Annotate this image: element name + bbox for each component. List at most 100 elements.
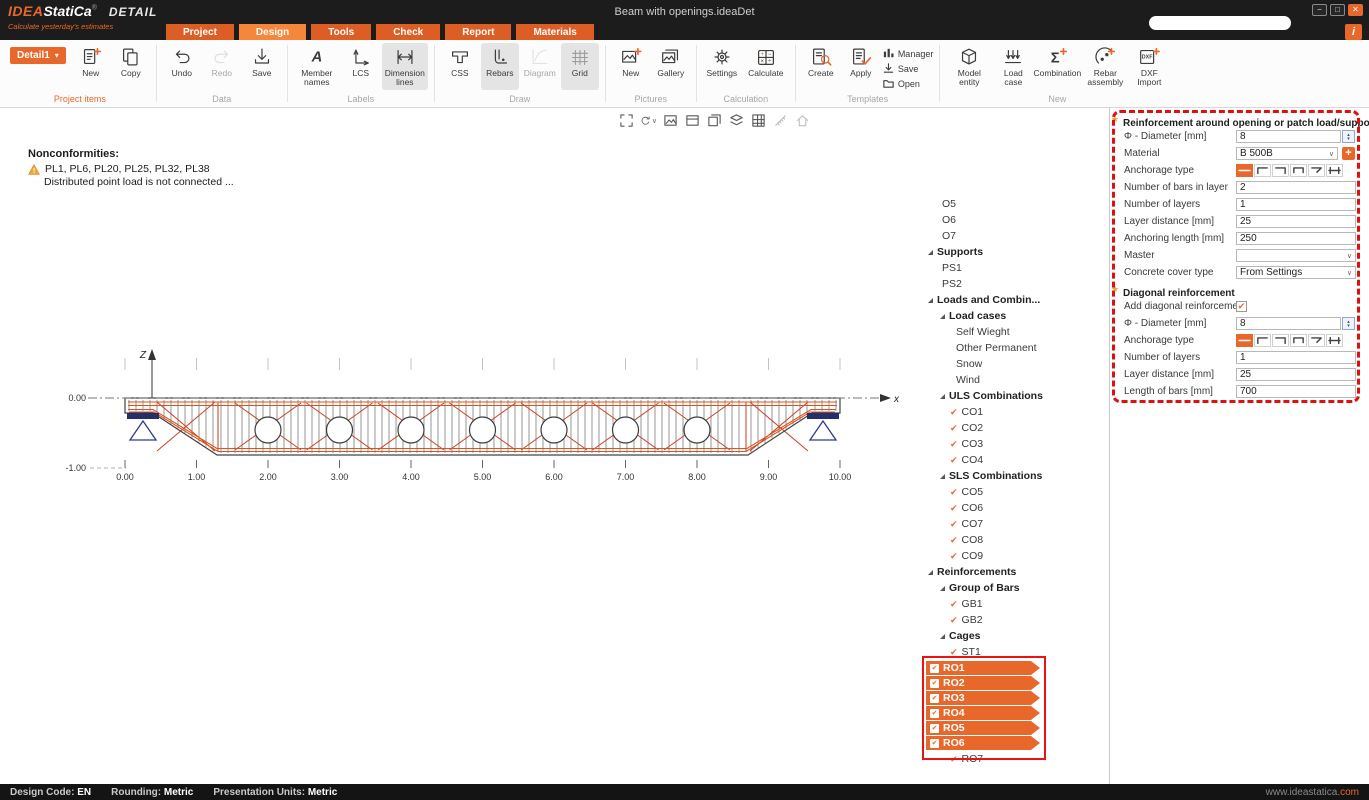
anchorage-option-2-icon[interactable]	[1254, 334, 1271, 347]
tree-item-co7[interactable]: ✔CO7	[926, 516, 1076, 532]
tree-item-supports[interactable]: Supports	[926, 244, 1076, 260]
opening-circle-7[interactable]	[684, 417, 710, 443]
new-detail-button[interactable]: New	[72, 43, 110, 90]
anchorage-option-1-icon[interactable]	[1236, 334, 1253, 347]
checkbox-checked-icon[interactable]: ✔	[930, 709, 939, 718]
opening-circle-5[interactable]	[541, 417, 567, 443]
website-link[interactable]: www.ideastatica.com	[1266, 787, 1359, 798]
anchorage-option-6-icon[interactable]	[1326, 164, 1343, 177]
tree-item-uls-combinations[interactable]: ULS Combinations	[926, 388, 1076, 404]
tree-item-co3[interactable]: ✔CO3	[926, 436, 1076, 452]
bars-in-layer-input[interactable]	[1236, 181, 1356, 194]
new-picture-button[interactable]: New	[612, 43, 650, 90]
tree-item-co2[interactable]: ✔CO2	[926, 420, 1076, 436]
opening-circle-3[interactable]	[398, 417, 424, 443]
stepper-buttons[interactable]: ▴▾	[1342, 317, 1355, 330]
undo-button[interactable]: Undo	[163, 43, 201, 90]
tree-item-ro6[interactable]: ✔RO6	[926, 736, 1040, 750]
save-button[interactable]: Save	[243, 43, 281, 90]
dimension-lines-toggle[interactable]: Dimension lines	[382, 43, 428, 90]
checkbox-checked-icon[interactable]: ✔	[930, 724, 939, 733]
tree-item-gb1[interactable]: ✔GB1	[926, 596, 1076, 612]
info-button[interactable]: i	[1345, 24, 1362, 40]
anchorage-option-4-icon[interactable]	[1290, 164, 1307, 177]
tree-item-co4[interactable]: ✔CO4	[926, 452, 1076, 468]
tree-item-wind[interactable]: Wind	[926, 372, 1076, 388]
tree-item-loads-and-combin[interactable]: Loads and Combin...	[926, 292, 1076, 308]
grid-toggle[interactable]: Grid	[561, 43, 599, 90]
tree-item-co8[interactable]: ✔CO8	[926, 532, 1076, 548]
support-triangle-right[interactable]	[810, 421, 836, 440]
expander-icon[interactable]	[940, 474, 945, 479]
template-apply-button[interactable]: Apply	[842, 43, 880, 90]
tab-report[interactable]: Report	[445, 24, 511, 40]
bearing-plate-right[interactable]	[807, 413, 839, 419]
anchorage-option-3-icon[interactable]	[1272, 164, 1289, 177]
tree-item-snow[interactable]: Snow	[926, 356, 1076, 372]
copy-detail-button[interactable]: Copy	[112, 43, 150, 90]
anchoring-length-input[interactable]	[1236, 232, 1356, 245]
tree-item-co9[interactable]: ✔CO9	[926, 548, 1076, 564]
rebars-toggle[interactable]: Rebars	[481, 43, 519, 90]
expander-icon[interactable]	[928, 298, 933, 303]
template-open-button[interactable]: Open	[882, 77, 934, 90]
tree-item-other-permanent[interactable]: Other Permanent	[926, 340, 1076, 356]
gallery-button[interactable]: Gallery	[652, 43, 690, 90]
layer-distance-input[interactable]	[1236, 215, 1356, 228]
opening-circle-4[interactable]	[470, 417, 496, 443]
checkbox-checked-icon[interactable]: ✔	[930, 739, 939, 748]
anchorage-option-5-icon[interactable]	[1308, 334, 1325, 347]
tree-item-ro3[interactable]: ✔RO3	[926, 691, 1040, 705]
anchorage-option-5-icon[interactable]	[1308, 164, 1325, 177]
tree-item-load-cases[interactable]: Load cases	[926, 308, 1076, 324]
tree-item-group-of-bars[interactable]: Group of Bars	[926, 580, 1076, 596]
opening-circle-1[interactable]	[255, 417, 281, 443]
tab-tools[interactable]: Tools	[311, 24, 371, 40]
diagonal-layers-input[interactable]	[1236, 351, 1356, 364]
minimize-button[interactable]: −	[1312, 4, 1327, 16]
new-rebar-assembly-button[interactable]: Rebar assembly	[1082, 43, 1128, 90]
tree-item-gb2[interactable]: ✔GB2	[926, 612, 1076, 628]
tree-item-ro5[interactable]: ✔RO5	[926, 721, 1040, 735]
add-diagonal-checkbox[interactable]: ✔	[1236, 301, 1247, 312]
tree-item-ro1[interactable]: ✔RO1	[926, 661, 1040, 675]
anchorage-option-4-icon[interactable]	[1290, 334, 1307, 347]
calculation-settings-button[interactable]: Settings	[703, 43, 741, 90]
bars-length-input[interactable]	[1236, 385, 1356, 398]
expander-icon[interactable]	[928, 570, 933, 575]
tree-item-ro4[interactable]: ✔RO4	[926, 706, 1040, 720]
calculate-button[interactable]: +−×÷Calculate	[743, 43, 789, 90]
tree-item-ps2[interactable]: PS2	[926, 276, 1076, 292]
checkbox-checked-icon[interactable]: ✔	[930, 664, 939, 673]
template-save-button[interactable]: Save	[882, 62, 934, 75]
diagonal-layer-distance-input[interactable]	[1236, 368, 1356, 381]
tree-item-o5[interactable]: O5	[926, 196, 1076, 212]
new-combination-button[interactable]: ΣCombination	[1034, 43, 1080, 90]
search-input[interactable]	[1155, 18, 1287, 29]
template-create-button[interactable]: Create	[802, 43, 840, 90]
master-select[interactable]: ∨	[1236, 249, 1356, 262]
tree-item-reinforcements[interactable]: Reinforcements	[926, 564, 1076, 580]
checkbox-checked-icon[interactable]: ✔	[930, 694, 939, 703]
stepper-buttons[interactable]: ▴▾	[1342, 130, 1355, 143]
anchorage-option-3-icon[interactable]	[1272, 334, 1289, 347]
opening-circle-6[interactable]	[613, 417, 639, 443]
tab-materials[interactable]: Materials	[516, 24, 593, 40]
member-names-toggle[interactable]: AMember names	[294, 43, 340, 90]
tree-item-ro2[interactable]: ✔RO2	[926, 676, 1040, 690]
new-model-entity-button[interactable]: Model entity	[946, 43, 992, 90]
expander-icon[interactable]	[940, 314, 945, 319]
expander-icon[interactable]	[928, 250, 933, 255]
tree-item-self-wieght[interactable]: Self Wieght	[926, 324, 1076, 340]
diameter-input[interactable]	[1236, 130, 1341, 143]
tree-item-co5[interactable]: ✔CO5	[926, 484, 1076, 500]
close-button[interactable]: ✕	[1348, 4, 1363, 16]
material-select[interactable]: B 500B∨	[1236, 147, 1338, 160]
maximize-button[interactable]: □	[1330, 4, 1345, 16]
tree-item-st1[interactable]: ✔ST1	[926, 644, 1076, 660]
bearing-plate-left[interactable]	[127, 413, 159, 419]
tree-item-cages[interactable]: Cages	[926, 628, 1076, 644]
anchorage-option-2-icon[interactable]	[1254, 164, 1271, 177]
css-toggle[interactable]: CSS	[441, 43, 479, 90]
tree-item-ro7[interactable]: ✔RO7	[926, 751, 1076, 764]
